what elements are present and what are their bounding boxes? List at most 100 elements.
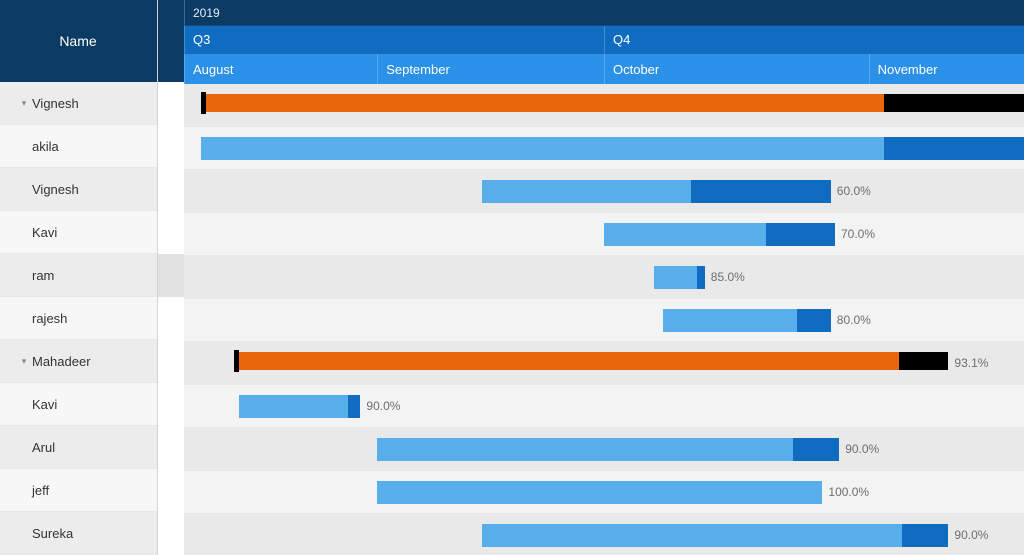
summary-bar[interactable] [234, 352, 948, 370]
name-row-label: Kavi [32, 225, 57, 240]
name-row-label: jeff [32, 483, 49, 498]
progress-segment [377, 438, 793, 461]
timeline-body[interactable]: 60.0% 70.0% 85.0% 80.0% 93.1% 90.0% 90.0% 100.0… [184, 84, 1024, 555]
task-row [184, 84, 1024, 127]
name-row[interactable]: ▾rajesh [0, 297, 157, 340]
name-row-label: rajesh [32, 311, 67, 326]
gap-row [158, 469, 184, 512]
name-row[interactable]: ▾Vignesh [0, 168, 157, 211]
task-row: 60.0% [184, 170, 1024, 213]
progress-label: 85.0% [711, 270, 745, 284]
gap-row [158, 340, 184, 383]
timeline-year-label: 2019 [193, 6, 220, 20]
gap-row [158, 297, 184, 340]
progress-segment [654, 266, 697, 289]
progress-label: 100.0% [828, 485, 869, 499]
summary-cap-left [234, 350, 239, 372]
timeline-month-label: November [878, 62, 938, 77]
task-bar[interactable] [604, 223, 835, 246]
name-column: Name ▾Vignesh▾akila▾Vignesh▾Kavi▾ram▾raj… [0, 0, 158, 555]
timeline-month-label: August [193, 62, 233, 77]
task-bar[interactable] [482, 524, 948, 547]
timeline-month-row: August September October November [184, 54, 1024, 84]
task-bar[interactable] [654, 266, 704, 289]
task-bar[interactable] [663, 309, 831, 332]
name-row-label: Kavi [32, 397, 57, 412]
name-row[interactable]: ▾Vignesh [0, 82, 157, 125]
name-row-label: Vignesh [32, 96, 79, 111]
remaining-segment [691, 180, 830, 203]
progress-label: 70.0% [841, 227, 875, 241]
remaining-segment [697, 266, 705, 289]
progress-segment [377, 481, 822, 504]
task-bar[interactable] [239, 395, 361, 418]
timeline-quarter-label: Q4 [613, 32, 630, 47]
progress-segment [482, 180, 691, 203]
timeline-month-label: October [613, 62, 659, 77]
name-row[interactable]: ▾Arul [0, 426, 157, 469]
remaining-segment [348, 395, 360, 418]
progress-segment [234, 352, 899, 370]
progress-segment [201, 137, 884, 160]
progress-label: 90.0% [366, 399, 400, 413]
name-row[interactable]: ▾Sureka [0, 512, 157, 555]
gap-row [158, 254, 184, 297]
task-bar[interactable] [201, 137, 1024, 160]
progress-label: 60.0% [837, 184, 871, 198]
name-row[interactable]: ▾akila [0, 125, 157, 168]
task-row: 90.0% [184, 514, 1024, 555]
timeline-header: 2019 Q3 Q4 August September October November [184, 0, 1024, 84]
task-row: 85.0% [184, 256, 1024, 299]
name-row-label: Arul [32, 440, 55, 455]
task-row: 80.0% [184, 299, 1024, 342]
gantt-chart: Name ▾Vignesh▾akila▾Vignesh▾Kavi▾ram▾raj… [0, 0, 1024, 555]
task-bar[interactable] [377, 481, 822, 504]
progress-label: 80.0% [837, 313, 871, 327]
task-row [184, 127, 1024, 170]
timeline-panel: 2019 Q3 Q4 August September October November… [184, 0, 1024, 555]
timeline-year-row: 2019 [184, 0, 1024, 26]
progress-segment [239, 395, 349, 418]
timeline-month-label: September [386, 62, 450, 77]
name-row-label: Sureka [32, 526, 73, 541]
remaining-segment [902, 524, 949, 547]
name-row[interactable]: ▾Kavi [0, 211, 157, 254]
chevron-down-icon[interactable]: ▾ [18, 356, 30, 367]
task-bar[interactable] [482, 180, 831, 203]
name-column-header: Name [0, 0, 157, 82]
progress-segment [663, 309, 797, 332]
progress-segment [604, 223, 766, 246]
summary-bar[interactable] [201, 94, 1024, 112]
name-row-label: Vignesh [32, 182, 79, 197]
name-row[interactable]: ▾ram [0, 254, 157, 297]
gap-row [158, 383, 184, 426]
remaining-segment [766, 223, 835, 246]
timeline-month-cell: September [377, 54, 604, 84]
timeline-month-cell: August [184, 54, 377, 84]
gap-row [158, 211, 184, 254]
timeline-month-cell: October [604, 54, 869, 84]
task-bar[interactable] [377, 438, 839, 461]
gap-row [158, 512, 184, 555]
progress-label: 93.1% [954, 356, 988, 370]
task-row: 70.0% [184, 213, 1024, 256]
summary-cap-left [201, 92, 206, 114]
gap-row [158, 82, 184, 125]
task-row: 100.0% [184, 471, 1024, 514]
progress-segment [201, 94, 884, 112]
name-row[interactable]: ▾jeff [0, 469, 157, 512]
name-row[interactable]: ▾Mahadeer [0, 340, 157, 383]
task-row: 90.0% [184, 428, 1024, 471]
gap-row [158, 125, 184, 168]
chevron-down-icon[interactable]: ▾ [18, 98, 30, 109]
name-row-label: Mahadeer [32, 354, 91, 369]
name-row[interactable]: ▾Kavi [0, 383, 157, 426]
name-row-label: akila [32, 139, 59, 154]
timeline-quarter-row: Q3 Q4 [184, 26, 1024, 54]
progress-segment [482, 524, 902, 547]
splitter-header [158, 0, 184, 82]
timeline-quarter-label: Q3 [193, 32, 210, 47]
gap-row [158, 426, 184, 469]
splitter[interactable] [158, 0, 184, 555]
remaining-segment [793, 438, 839, 461]
